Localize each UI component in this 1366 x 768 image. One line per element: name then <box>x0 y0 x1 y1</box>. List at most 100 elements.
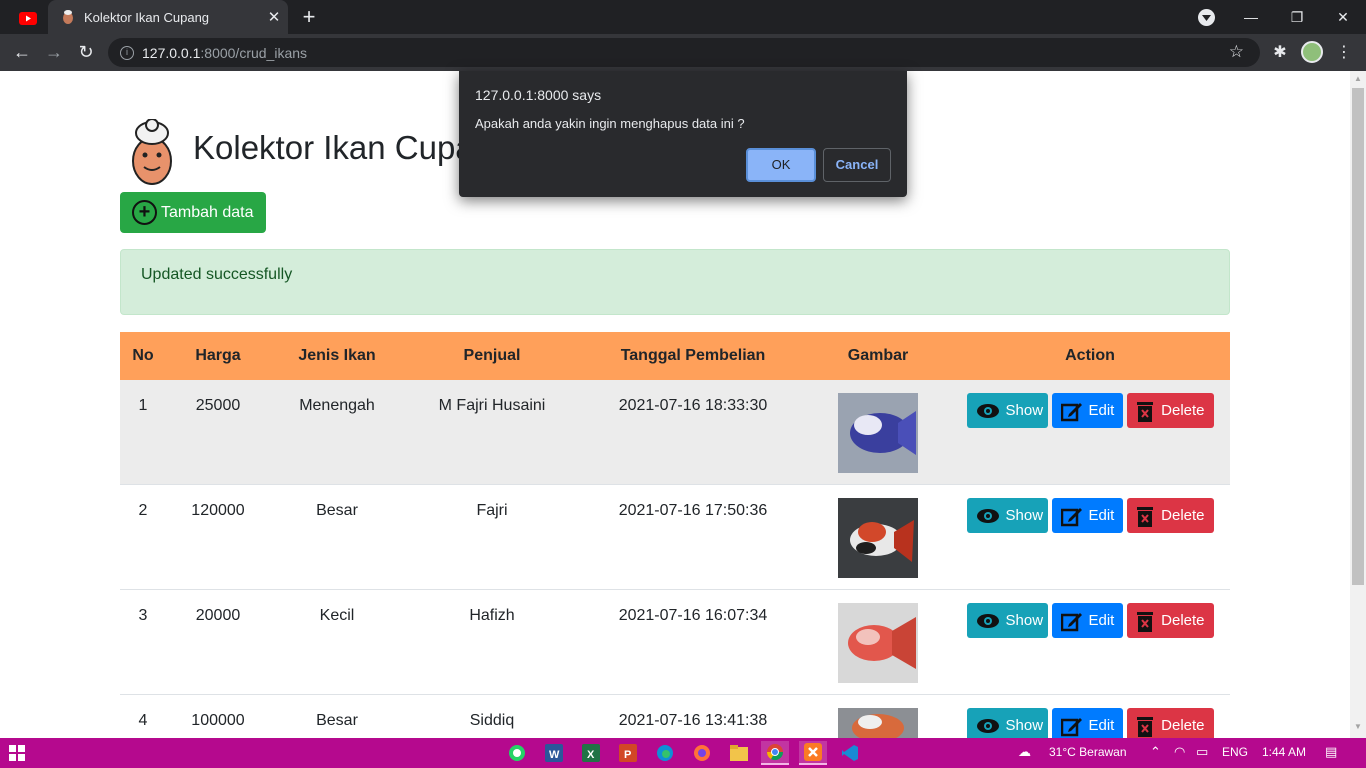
cell-gambar <box>806 695 950 738</box>
edit-button[interactable]: Edit <box>1051 498 1123 533</box>
show-label: Show <box>1005 507 1044 524</box>
table-row: 3 20000 Kecil Hafizh 2021-07-16 16:07:34… <box>120 590 1230 695</box>
tab-search-button[interactable] <box>1198 9 1215 26</box>
site-info-icon[interactable]: i <box>120 45 134 60</box>
column-header: No <box>132 347 154 364</box>
show-button[interactable]: Show <box>966 708 1048 738</box>
scroll-down-arrow[interactable]: ▼ <box>1352 722 1364 734</box>
dialog-origin: 127.0.0.1:8000 says <box>475 87 602 103</box>
chevron-down-icon <box>1202 14 1211 21</box>
cell-actions: Show Edit Delete <box>950 590 1230 638</box>
dialog-ok-button[interactable]: OK <box>746 148 816 182</box>
address-bar[interactable]: i 127.0.0.1 :8000/crud_ikans ☆ <box>108 38 1260 67</box>
weather-text[interactable]: 31°C Berawan <box>1049 745 1127 759</box>
column-header: Jenis Ikan <box>298 347 376 364</box>
edit-button[interactable]: Edit <box>1051 708 1123 738</box>
youtube-tab[interactable] <box>14 8 42 28</box>
table-row: 2 120000 Besar Fajri 2021-07-16 17:50:36… <box>120 485 1230 590</box>
cell-actions: Show Edit Delete <box>950 380 1230 428</box>
fish-image <box>838 498 918 578</box>
edit-icon <box>1060 609 1083 633</box>
fish-image <box>838 603 918 683</box>
delete-button[interactable]: Delete <box>1126 603 1214 638</box>
cell-penjual: Fajri <box>476 502 508 519</box>
column-header: Penjual <box>463 347 521 364</box>
whatsapp-icon[interactable] <box>503 741 531 765</box>
cell-jenis: Kecil <box>319 607 355 624</box>
delete-label: Delete <box>1161 717 1205 734</box>
cell-gambar <box>806 485 950 578</box>
vscode-icon[interactable] <box>836 741 864 765</box>
show-label: Show <box>1005 717 1044 734</box>
edit-label: Edit <box>1088 507 1115 524</box>
bookmark-star-icon[interactable]: ☆ <box>1229 42 1244 62</box>
cell-harga: 100000 <box>191 712 245 729</box>
eye-icon <box>976 504 1000 528</box>
show-button[interactable]: Show <box>966 393 1048 428</box>
word-icon[interactable]: W <box>540 741 568 765</box>
clock[interactable]: 1:44 AM <box>1262 745 1306 759</box>
language-indicator[interactable]: ENG <box>1222 745 1248 759</box>
minimize-button[interactable]: — <box>1228 0 1274 34</box>
edit-label: Edit <box>1088 612 1115 629</box>
cell-gambar <box>806 590 950 683</box>
firefox-icon[interactable] <box>688 741 716 765</box>
extensions-icon[interactable]: ✱ <box>1268 38 1292 66</box>
fish-collector-logo <box>132 119 172 185</box>
cell-harga: 20000 <box>195 607 241 624</box>
powerpoint-icon[interactable]: P <box>614 741 642 765</box>
new-tab-button[interactable]: + <box>296 4 322 30</box>
scroll-thumb[interactable] <box>1352 88 1364 585</box>
svg-text:X: X <box>587 749 595 761</box>
delete-label: Delete <box>1161 507 1205 524</box>
back-button[interactable]: ← <box>8 38 36 66</box>
cell-no: 2 <box>138 502 148 519</box>
show-button[interactable]: Show <box>966 603 1048 638</box>
forward-button[interactable]: → <box>40 38 68 66</box>
profile-avatar[interactable] <box>1301 41 1323 63</box>
fish-table: No Harga Jenis Ikan Penjual Tanggal Pemb… <box>120 332 1230 738</box>
edit-button[interactable]: Edit <box>1051 603 1123 638</box>
edit-icon <box>1060 399 1083 423</box>
battery-icon[interactable]: ▭ <box>1196 744 1208 760</box>
weather-cloud-icon[interactable]: ☁ <box>1018 744 1031 760</box>
xampp-icon[interactable] <box>799 741 827 765</box>
column-header: Harga <box>195 347 241 364</box>
delete-button[interactable]: Delete <box>1126 498 1214 533</box>
dialog-cancel-button[interactable]: Cancel <box>823 148 891 182</box>
windows-start-icon[interactable] <box>9 745 25 761</box>
cell-penjual: Hafizh <box>469 607 515 624</box>
excel-icon[interactable]: X <box>577 741 605 765</box>
reload-button[interactable]: ↻ <box>72 38 100 66</box>
delete-button[interactable]: Delete <box>1126 393 1214 428</box>
cell-penjual: M Fajri Husaini <box>438 397 546 414</box>
confirm-dialog: 127.0.0.1:8000 says Apakah anda yakin in… <box>459 71 907 197</box>
close-window-button[interactable]: ✕ <box>1320 0 1366 34</box>
table-row: 4 100000 Besar Siddiq 2021-07-16 13:41:3… <box>120 695 1230 738</box>
edit-label: Edit <box>1088 717 1115 734</box>
fish-image <box>838 708 918 738</box>
cell-harga: 25000 <box>195 397 241 414</box>
restore-button[interactable]: ❐ <box>1274 0 1320 34</box>
show-button[interactable]: Show <box>966 498 1048 533</box>
edit-label: Edit <box>1088 402 1115 419</box>
dialog-message: Apakah anda yakin ingin menghapus data i… <box>475 116 745 131</box>
tab-close-icon[interactable]: ✕ <box>260 8 288 26</box>
chrome-icon[interactable] <box>761 741 789 765</box>
chevron-up-icon[interactable]: ⌃ <box>1150 744 1161 760</box>
table-row: 1 25000 Menengah M Fajri Husaini 2021-07… <box>120 380 1230 485</box>
url-host: 127.0.0.1 <box>142 44 201 61</box>
add-data-button[interactable]: + Tambah data <box>120 192 266 233</box>
url-path: :8000/crud_ikans <box>200 44 308 61</box>
menu-icon[interactable]: ⋮ <box>1332 38 1356 66</box>
trash-icon <box>1136 714 1156 738</box>
delete-button[interactable]: Delete <box>1126 708 1214 738</box>
edge-icon[interactable] <box>651 741 679 765</box>
scroll-up-arrow[interactable]: ▲ <box>1352 74 1364 86</box>
file-explorer-icon[interactable] <box>725 741 753 765</box>
fish-image <box>838 393 918 473</box>
notification-icon[interactable]: ▤ <box>1325 744 1337 760</box>
wifi-icon[interactable]: ◠ <box>1174 744 1185 760</box>
active-tab[interactable]: Kolektor Ikan Cupang ✕ <box>48 0 288 34</box>
edit-button[interactable]: Edit <box>1051 393 1123 428</box>
